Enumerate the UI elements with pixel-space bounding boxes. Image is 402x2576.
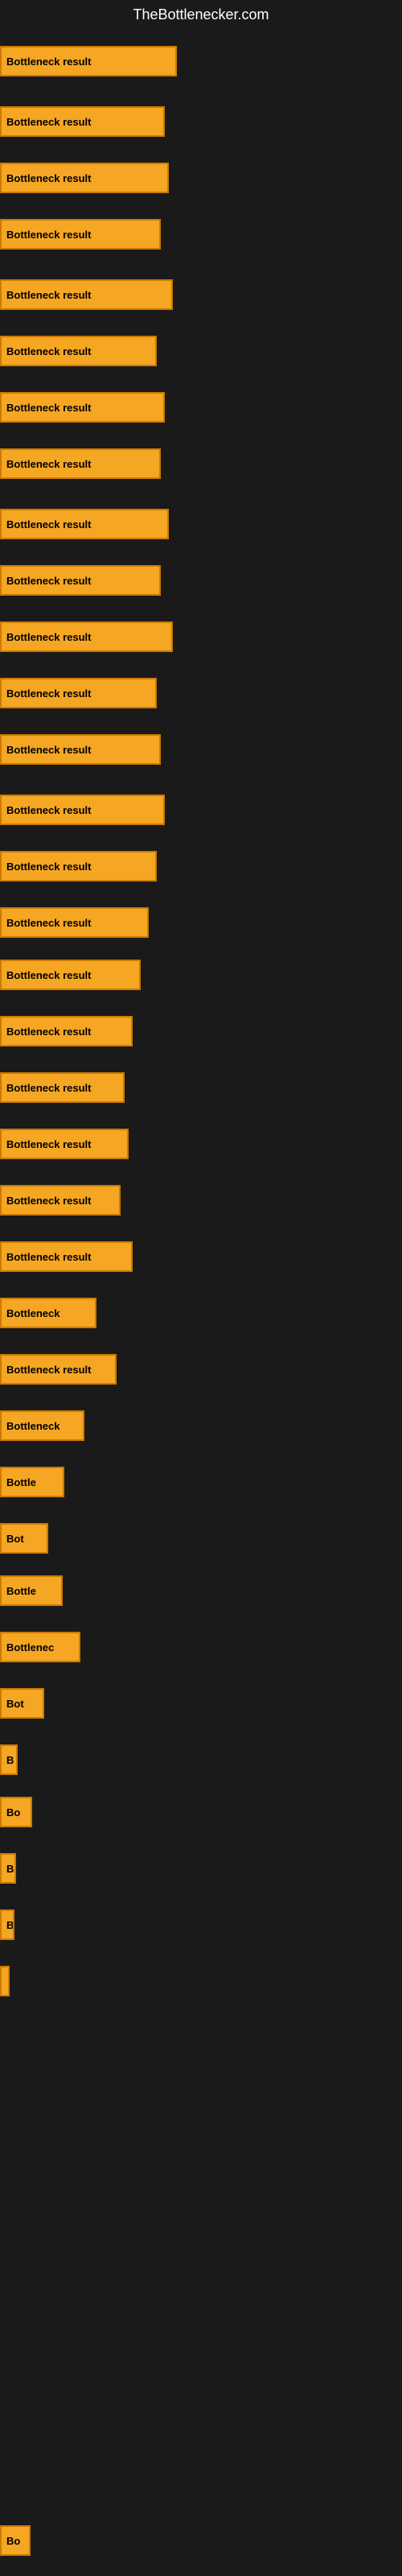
bar-item: Bottleneck result — [0, 621, 173, 652]
bar-item: Bo — [0, 2525, 31, 2556]
bar-label: Bottleneck result — [6, 687, 91, 700]
chart-area: Bottleneck result Bottleneck result Bottle… — [0, 30, 402, 2566]
bar-item: B — [0, 1853, 16, 1884]
bar-label: Bottleneck result — [6, 969, 91, 981]
bar-label: B — [6, 1754, 14, 1766]
site-title: TheBottlenecker.com — [0, 0, 402, 30]
bar-item: Bottleneck result — [0, 106, 165, 137]
bar-label: Bottle — [6, 1476, 36, 1488]
bar-item: Bottleneck result — [0, 163, 169, 193]
bar-label: Bottleneck result — [6, 518, 91, 530]
bar-label: Bottleneck result — [6, 56, 91, 68]
bar-label: Bottleneck result — [6, 631, 91, 643]
bar-item: Bottleneck result — [0, 46, 177, 76]
bar-item: Bottleneck result — [0, 392, 165, 423]
bar-label: Bottleneck result — [6, 1082, 91, 1094]
bar-item: Bot — [0, 1523, 48, 1554]
bar-label: Bottleneck result — [6, 458, 91, 470]
bar-label: Bottleneck result — [6, 116, 91, 128]
bar-item: Bottleneck result — [0, 219, 161, 250]
bar-label: Bottleneck result — [6, 1195, 91, 1207]
bar-label: Bottleneck result — [6, 1138, 91, 1150]
bar-label: Bottleneck result — [6, 575, 91, 587]
bar-label: Bot — [6, 1533, 24, 1545]
bar-item: Bottleneck — [0, 1410, 84, 1441]
bar-item: Bot — [0, 1688, 44, 1719]
bar-item: Bottle — [0, 1467, 64, 1497]
bar-item: Bottleneck result — [0, 1016, 133, 1046]
bar-item: Bottleneck result — [0, 509, 169, 539]
bar-item: Bottleneck result — [0, 960, 141, 990]
bar-item: Bottleneck result — [0, 851, 157, 881]
bar-label: Bottleneck result — [6, 172, 91, 184]
bar-item: Bottleneck result — [0, 795, 165, 825]
bar-label: Bottleneck result — [6, 1251, 91, 1263]
bar-label: Bo — [6, 2535, 20, 2547]
bar-item: Bottleneck result — [0, 1072, 125, 1103]
bar-item: Bottleneck result — [0, 1241, 133, 1272]
bar-item: Bottleneck result — [0, 336, 157, 366]
bar-label: Bottleneck result — [6, 861, 91, 873]
bar-label: Bottleneck result — [6, 917, 91, 929]
bar-item: B — [0, 1744, 18, 1775]
bar-label: Bottleneck result — [6, 289, 91, 301]
bar-label: Bo — [6, 1806, 20, 1818]
bar-label: Bottleneck result — [6, 744, 91, 756]
bar-label: B — [6, 1919, 14, 1931]
bar-item — [0, 1966, 10, 1996]
bar-label: Bottleneck — [6, 1307, 59, 1319]
bar-item: Bottleneck result — [0, 907, 149, 938]
bar-label: Bottleneck result — [6, 1364, 91, 1376]
bar-label: B — [6, 1863, 14, 1875]
bar-label: Bottleneck result — [6, 1026, 91, 1038]
bar-item: Bottle — [0, 1575, 63, 1606]
bar-label: Bottleneck result — [6, 804, 91, 816]
bar-item: Bottleneck result — [0, 1354, 117, 1385]
bar-label: Bottleneck — [6, 1420, 59, 1432]
bar-item: Bottleneck result — [0, 734, 161, 765]
bar-item: Bottleneck result — [0, 448, 161, 479]
bar-label: Bottle — [6, 1585, 36, 1597]
bar-item: Bottleneck — [0, 1298, 96, 1328]
bar-label: Bot — [6, 1698, 24, 1710]
bar-item: Bottlenec — [0, 1632, 80, 1662]
bar-label: Bottleneck result — [6, 345, 91, 357]
bar-item: Bottleneck result — [0, 565, 161, 596]
bar-item: Bottleneck result — [0, 678, 157, 708]
bar-item: Bottleneck result — [0, 1129, 129, 1159]
bar-item: B — [0, 1909, 14, 1940]
bar-label: Bottlenec — [6, 1641, 54, 1653]
bar-item: Bottleneck result — [0, 279, 173, 310]
bar-item: Bo — [0, 1797, 32, 1827]
bar-label: Bottleneck result — [6, 402, 91, 414]
bar-item: Bottleneck result — [0, 1185, 121, 1216]
bar-label: Bottleneck result — [6, 229, 91, 241]
